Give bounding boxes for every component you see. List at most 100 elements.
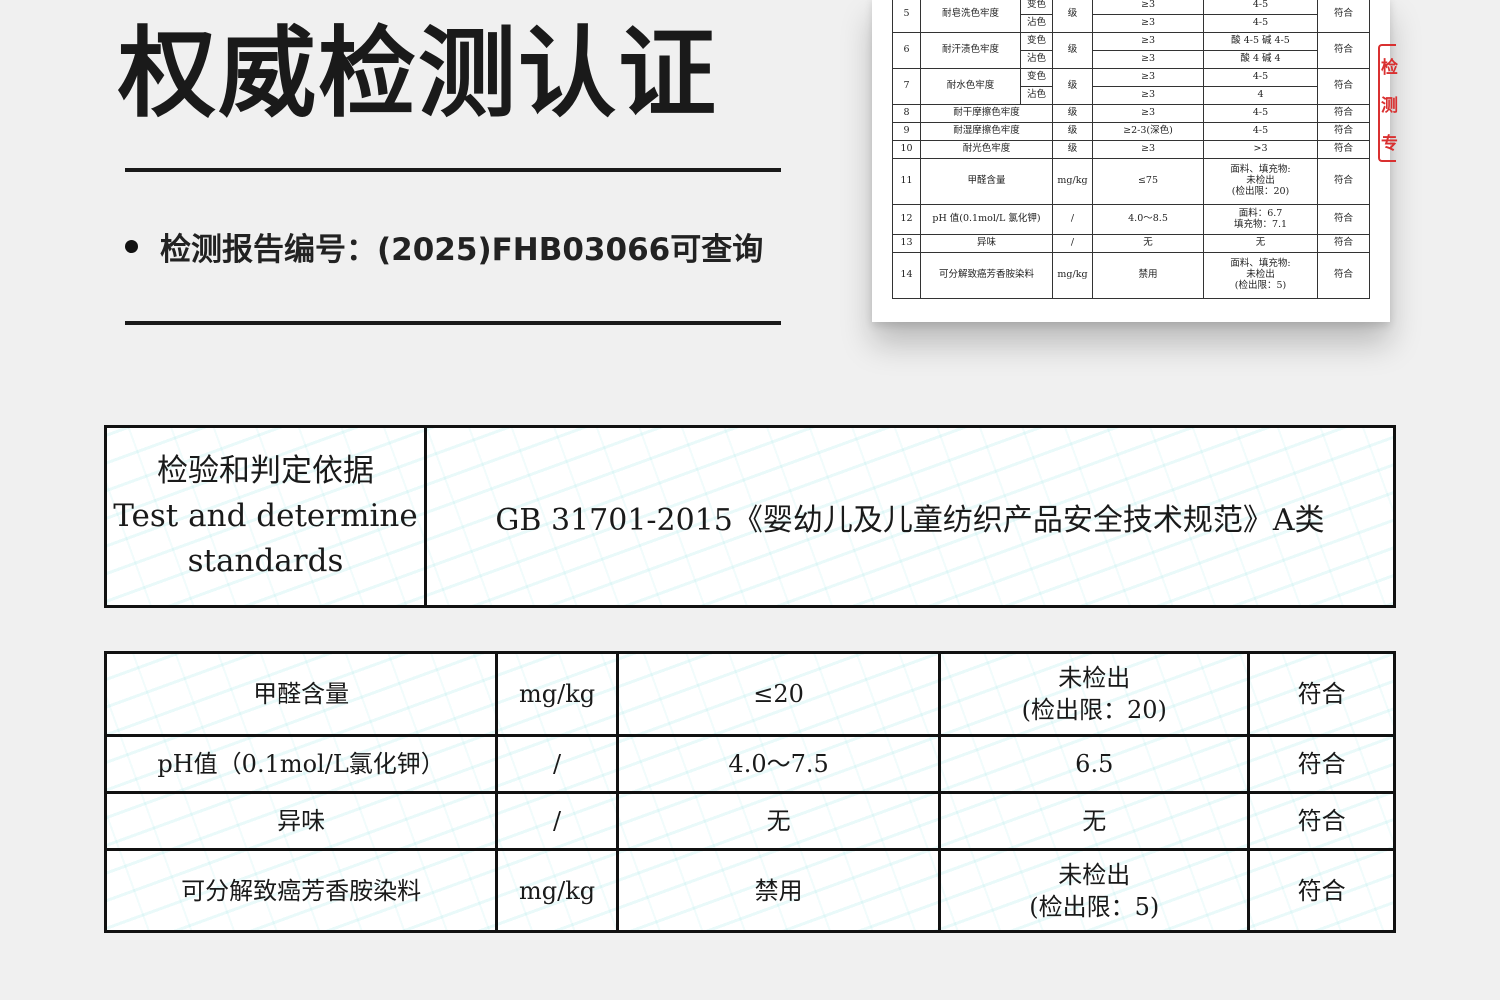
standard-label-en: Test and determine <box>113 498 418 534</box>
report-scan-table: 5 耐皂洗色牢度 变色级 ≥3 4-5 符合 沾色 ≥3 4-5 6 耐汗渍色牢度 变色级 ≥3 酸 4-… <box>892 0 1370 299</box>
scan-row: 13 异味 / 无无符合 <box>892 234 1370 253</box>
scan-unit: mg/kg <box>1052 252 1093 299</box>
scan-result: 4-5 <box>1203 14 1318 33</box>
scan-verdict: 符合 <box>1317 234 1370 253</box>
verdict-cell: 符合 <box>1247 734 1396 794</box>
verdict-cell: 符合 <box>1247 791 1396 851</box>
scan-cell-line: (检出限：20) <box>1231 185 1290 197</box>
scan-unit: mg/kg <box>1052 158 1093 205</box>
item-cell: pH值（0.1mol/L氯化钾） <box>103 734 499 794</box>
scan-result: 4-5 <box>1203 122 1318 141</box>
scan-result: 4 <box>1203 86 1318 105</box>
table-row: pH值（0.1mol/L氯化钾） / 4.0～7.5 6.5 符合 <box>103 734 1396 794</box>
requirement-cell: ≤20 <box>616 651 942 737</box>
report-number-line: 检测报告编号：(2025)FHB03066可查询 <box>125 224 763 269</box>
scan-result: 酸 4-5 碱 4-5 <box>1203 32 1318 51</box>
scan-row: 8 耐干摩擦色牢度级 ≥3 4-5 符合 <box>892 104 1370 123</box>
stamp-char: 检 <box>1381 57 1398 78</box>
top-divider <box>125 168 781 172</box>
report-number-text: 检测报告编号：(2025)FHB03066可查询 <box>160 232 764 268</box>
scan-item: 可分解致癌芳香胺染料 <box>920 252 1053 299</box>
unit-cell: / <box>495 734 620 794</box>
scan-no: 8 <box>892 104 921 123</box>
scan-sub: 沾色 <box>1020 86 1053 105</box>
scan-item: 耐水色牢度 <box>920 68 1021 105</box>
page-title: 权威检测认证 <box>118 17 719 131</box>
scan-req: ≤75 <box>1092 158 1204 205</box>
table-row: 甲醛含量 mg/kg ≤20 未检出 (检出限：20) 符合 <box>103 651 1396 737</box>
scan-item: pH 值(0.1mol/L 氯化钾) <box>920 204 1053 235</box>
red-seal-stamp: 检 测 专 <box>1378 44 1398 162</box>
item-cell: 异味 <box>103 791 499 851</box>
scan-unit: 级 <box>1052 140 1093 159</box>
scan-item: 耐干摩擦色牢度 <box>920 104 1053 123</box>
scan-row: 11 甲醛含量 mg/kg ≤75 面料、填充物: 未检出 (检出限：20) 符合 <box>892 158 1370 205</box>
standard-label-en-2: standards <box>187 543 344 579</box>
result-line: (检出限：5) <box>1029 892 1160 921</box>
scan-item: 耐皂洗色牢度 <box>920 0 1021 33</box>
scan-unit: 级 <box>1052 104 1093 123</box>
stamp-char: 测 <box>1381 95 1398 116</box>
standard-value-cell: GB 31701-2015《婴幼儿及儿童纺织产品安全技术规范》A类 <box>427 428 1393 605</box>
scan-result: 4-5 <box>1203 0 1318 15</box>
scan-req: ≥3 <box>1092 32 1204 51</box>
item-cell: 甲醛含量 <box>103 651 499 737</box>
scan-cell-line: 填充物：7.1 <box>1233 218 1288 230</box>
scan-result: 4-5 <box>1203 68 1318 87</box>
bullet-icon <box>125 240 138 253</box>
scan-no: 12 <box>892 204 921 235</box>
result-cell: 6.5 <box>938 734 1251 794</box>
scan-sub: 变色 <box>1020 68 1053 87</box>
unit-cell: mg/kg <box>495 651 620 737</box>
verdict-cell: 符合 <box>1247 848 1396 933</box>
scan-item: 耐汗渍色牢度 <box>920 32 1021 69</box>
scan-unit: 级 <box>1052 122 1093 141</box>
scan-no: 6 <box>892 32 921 69</box>
scan-sub: 变色 <box>1020 32 1053 51</box>
scan-verdict: 符合 <box>1317 158 1370 205</box>
scan-row: 6 耐汗渍色牢度 变色级 ≥3 酸 4-5 碱 4-5 符合 <box>892 32 1370 69</box>
bottom-divider <box>125 321 781 325</box>
scan-row: 5 耐皂洗色牢度 变色级 ≥3 4-5 符合 <box>892 0 1370 33</box>
scan-unit: 级 <box>1052 68 1093 105</box>
scan-verdict: 符合 <box>1317 122 1370 141</box>
stamp-char: 专 <box>1381 133 1398 154</box>
result-cell: 无 <box>938 791 1251 851</box>
scan-verdict: 符合 <box>1317 32 1370 69</box>
scan-no: 10 <box>892 140 921 159</box>
scan-req: ≥2-3(深色) <box>1092 122 1204 141</box>
scan-sub: 变色 <box>1020 0 1053 15</box>
scan-no: 13 <box>892 234 921 253</box>
scan-item: 异味 <box>920 234 1053 253</box>
scan-row: 7 耐水色牢度 变色级 ≥3 4-5 符合 <box>892 68 1370 105</box>
standard-table: 检验和判定依据 Test and determine standards GB … <box>104 425 1396 608</box>
scan-no: 9 <box>892 122 921 141</box>
scan-verdict: 符合 <box>1317 104 1370 123</box>
scan-verdict: 符合 <box>1317 140 1370 159</box>
unit-cell: / <box>495 791 620 851</box>
scan-unit: / <box>1052 204 1093 235</box>
scan-result: >3 <box>1203 140 1318 159</box>
scan-verdict: 符合 <box>1317 252 1370 299</box>
requirement-cell: 4.0～7.5 <box>616 734 942 794</box>
table-row: 可分解致癌芳香胺染料 mg/kg 禁用 未检出 (检出限：5) 符合 <box>103 848 1396 933</box>
table-row: 异味 / 无 无 符合 <box>103 791 1396 851</box>
scan-row: 14 可分解致癌芳香胺染料 mg/kg 禁用 面料、填充物: 未检出 (检出限：5) 符合 <box>892 252 1370 299</box>
result-line: 未检出 <box>1058 860 1131 889</box>
result-line: 未检出 <box>1058 664 1131 692</box>
standard-label-cell: 检验和判定依据 Test and determine standards <box>107 428 427 605</box>
scan-result: 面料：6.7 填充物：7.1 <box>1203 204 1318 235</box>
scan-item: 耐湿摩擦色牢度 <box>920 122 1053 141</box>
result-cell: 未检出 (检出限：5) <box>938 848 1251 933</box>
scan-req: 禁用 <box>1092 252 1204 299</box>
scan-unit: 级 <box>1052 0 1093 33</box>
scan-item: 甲醛含量 <box>920 158 1053 205</box>
scan-no: 11 <box>892 158 921 205</box>
item-cell: 可分解致癌芳香胺染料 <box>103 848 499 933</box>
scan-result: 面料、填充物: 未检出 (检出限：20) <box>1203 158 1318 205</box>
scan-result: 4-5 <box>1203 104 1318 123</box>
scan-verdict: 符合 <box>1317 68 1370 105</box>
verdict-cell: 符合 <box>1247 651 1396 737</box>
scan-req: ≥3 <box>1092 140 1204 159</box>
scan-req: ≥3 <box>1092 14 1204 33</box>
